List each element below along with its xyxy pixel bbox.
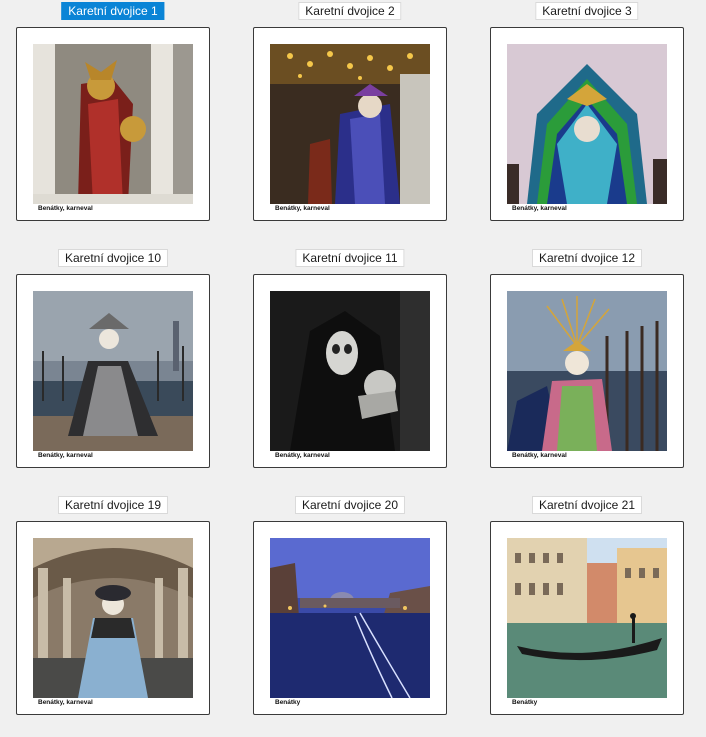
card-pair-11[interactable]: Karetní dvojice 11 Benátky, karneval [253,247,447,483]
carnival-sun-crown-photo [507,291,667,451]
card-thumbnail[interactable]: Benátky [253,521,447,715]
photo-caption: Benátky, karneval [512,452,567,459]
carnival-peacock-mask-photo [507,44,667,204]
card-pair-label[interactable]: Karetní dvojice 1 [61,2,165,20]
carnival-gold-masks-photo [33,44,193,204]
card-pair-12[interactable]: Karetní dvojice 12 Benátky, karneval [490,247,684,483]
photo-caption: Benátky [512,699,538,706]
photo-caption: Benátky, karneval [38,452,93,459]
grand-canal-night-photo [270,538,430,698]
carnival-grey-gown-photo [33,291,193,451]
photo-caption: Benátky, karneval [275,205,330,212]
card-pair-label[interactable]: Karetní dvojice 19 [57,496,169,514]
photo-caption: Benátky, karneval [38,205,93,212]
card-thumbnail[interactable]: Benátky, karneval [490,274,684,468]
photo-caption: Benátky, karneval [38,699,93,706]
carnival-blue-costume-photo [270,44,430,204]
card-thumbnail[interactable]: Benátky, karneval [253,274,447,468]
card-pair-label[interactable]: Karetní dvojice 10 [57,249,169,267]
gondola-canal-photo [507,538,667,698]
card-pair-10[interactable]: Karetní dvojice 10 Benátky, karneval [16,247,210,483]
card-thumbnail[interactable]: Benátky, karneval [16,27,210,221]
card-thumbnail[interactable]: Benátky, karneval [16,274,210,468]
card-pair-2[interactable]: Karetní dvojice 2 Benátky, karneval [253,0,447,236]
card-pair-3[interactable]: Karetní dvojice 3 Benátky, karneval [490,0,684,236]
card-thumbnail[interactable]: Benátky, karneval [253,27,447,221]
card-pair-label[interactable]: Karetní dvojice 2 [298,2,402,20]
card-pair-21[interactable]: Karetní dvojice 21 Benátky [490,494,684,730]
card-thumbnail[interactable]: Benátky [490,521,684,715]
photo-caption: Benátky, karneval [512,205,567,212]
photo-caption: Benátky [275,699,301,706]
card-pair-label[interactable]: Karetní dvojice 21 [531,496,643,514]
card-pair-label[interactable]: Karetní dvojice 20 [294,496,406,514]
carnival-arcade-dress-photo [33,538,193,698]
card-thumbnail[interactable]: Benátky, karneval [16,521,210,715]
card-pair-label[interactable]: Karetní dvojice 11 [295,249,405,267]
card-thumbnail[interactable]: Benátky, karneval [490,27,684,221]
card-pair-1[interactable]: Karetní dvojice 1 Benátky, karneval [16,0,210,236]
card-pair-19[interactable]: Karetní dvojice 19 Benátky, karneval [16,494,210,730]
card-pair-20[interactable]: Karetní dvojice 20 Benátky [253,494,447,730]
photo-caption: Benátky, karneval [275,452,330,459]
carnival-hooded-skull-photo [270,291,430,451]
card-pair-label[interactable]: Karetní dvojice 12 [531,249,643,267]
card-pair-label[interactable]: Karetní dvojice 3 [535,2,639,20]
